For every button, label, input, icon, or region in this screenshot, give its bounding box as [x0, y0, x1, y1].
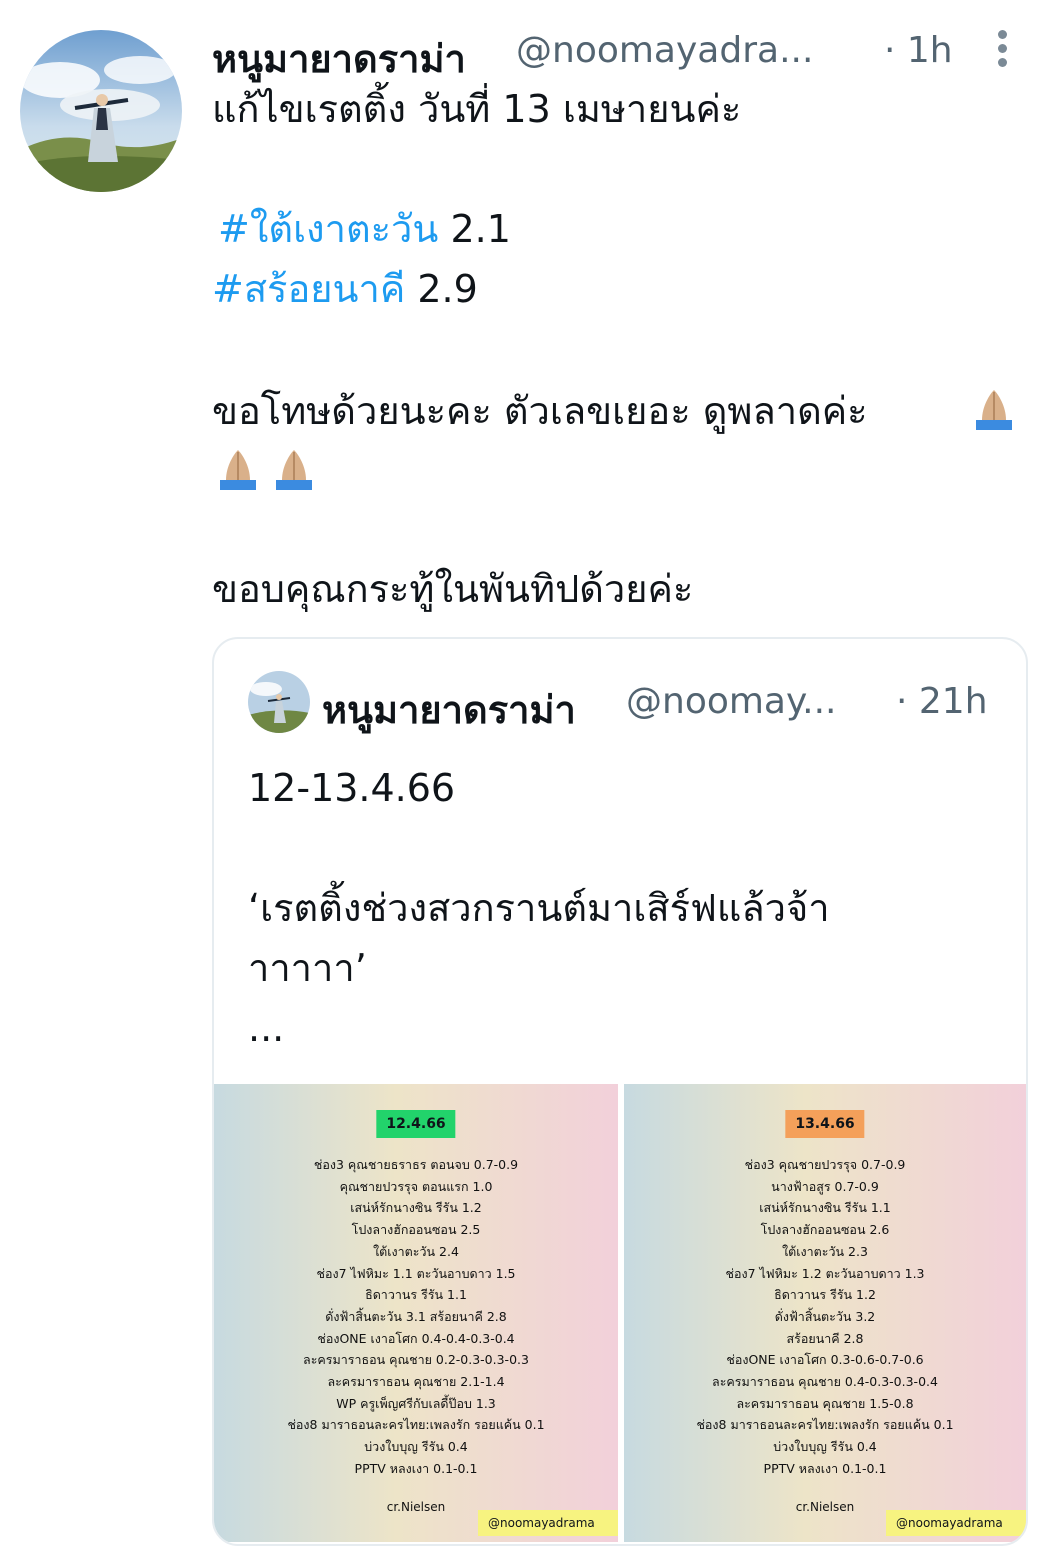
rating-row: ดั่งฟ้าสิ้นตะวัน 3.2	[774, 1308, 876, 1324]
tweet-header: หนูมายาดราม่า @noomayadra... · 1h	[212, 22, 1042, 82]
hashtag-link[interactable]: #ใต้เงาตะวัน	[218, 207, 438, 251]
rating-row: PPTV หลงเงา 0.1-0.1	[354, 1460, 478, 1476]
rating-row: บ่วงใบบุญ รีรัน 0.4	[773, 1439, 877, 1455]
rating-row: ช่อง8 มาราธอนละครไทย:เพลงรัก รอยแค้น 0.1	[287, 1417, 545, 1433]
rating-row: ดั่งฟ้าสิ้นตะวัน 3.1 สร้อยนาคี 2.8	[325, 1308, 507, 1324]
rating-row: บ่วงใบบุญ รีรัน 0.4	[364, 1439, 468, 1455]
author-handle[interactable]: @noomayadra...	[516, 30, 813, 71]
rating-row: ช่อง7 ไฟหิมะ 1.1 ตะวันอาบดาว 1.5	[316, 1265, 516, 1281]
quote-author-handle[interactable]: @noomay...	[626, 681, 837, 722]
rating-row: WP ครูเพ็ญศรีกับเลดี้ป๊อบ 1.3	[336, 1395, 496, 1411]
rating-image-1[interactable]: 12.4.66 ช่อง3 คุณชายธราธร ตอนจบ 0.7-0.9 ค…	[214, 1084, 618, 1542]
tweet-line-thanks: ขอบคุณกระทู้ในพันทิปด้วยค่ะ	[212, 567, 694, 611]
author-avatar[interactable]	[20, 30, 182, 192]
rating-row: ช่อง8 มาราธอนละครไทย:เพลงรัก รอยแค้น 0.1	[696, 1417, 954, 1433]
folded-hands-emoji-icon	[212, 446, 264, 492]
date-badge: 13.4.66	[785, 1110, 865, 1138]
rating-row: ช่องONE เงาอโศก 0.3-0.6-0.7-0.6	[726, 1352, 924, 1368]
folded-hands-emoji-icon	[268, 446, 320, 492]
rating-row: ช่อง7 ไฟหิมะ 1.2 ตะวันอาบดาว 1.3	[725, 1265, 925, 1281]
rating-row: ช่อง3 คุณชายธราธร ตอนจบ 0.7-0.9	[313, 1157, 519, 1172]
tweet-line-hashtag2: #สร้อยนาคี 2.9	[212, 266, 478, 312]
tweet-timestamp[interactable]: · 1h	[884, 30, 953, 71]
tweet-line-apology: ขอโทษด้วยนะคะ ตัวเลขเยอะ ดูพลาดค่ะ	[212, 388, 868, 434]
rating-row: โปงลางฮักออนซอน 2.6	[760, 1222, 890, 1238]
rating-row: นางฟ้าอสูร 0.7-0.9	[771, 1178, 879, 1194]
rating-row: คุณชายปวรรุจ ตอนแรก 1.0	[339, 1178, 493, 1194]
rating-row: ใต้เงาตะวัน 2.3	[782, 1243, 868, 1259]
rating-row: ช่องONE เงาอโศก 0.4-0.4-0.3-0.4	[317, 1330, 515, 1346]
rating-row: ละครมาราธอน คุณชาย 2.1-1.4	[327, 1374, 505, 1390]
rating-row: เสน่ห์รักนางซิน รีรัน 1.2	[350, 1200, 482, 1216]
rating-row: PPTV หลงเงา 0.1-0.1	[763, 1460, 887, 1476]
date-badge: 12.4.66	[376, 1110, 456, 1138]
rating-row: ละครมาราธอน คุณชาย 0.4-0.3-0.3-0.4	[712, 1374, 938, 1390]
watermark: @noomayadrama	[478, 1510, 618, 1536]
hashtag-link[interactable]: #สร้อยนาคี	[212, 267, 405, 311]
quote-ellipsis: ...	[248, 1006, 285, 1050]
rating-row: ธิดาวานร รีรัน 1.2	[774, 1287, 876, 1303]
quote-timestamp[interactable]: · 21h	[896, 681, 988, 722]
rating-row: เสน่ห์รักนางซิน รีรัน 1.1	[759, 1200, 891, 1216]
quote-author-avatar[interactable]	[248, 671, 310, 733]
tweet-line-edit: แก้ไขเรตติ้ง วันที่ 13 เมษายนค่ะ	[212, 87, 742, 131]
quoted-tweet-card[interactable]: หนูมายาดราม่า @noomay... · 21h 12-13.4.6…	[212, 637, 1028, 1546]
rating-row: ละครมาราธอน คุณชาย 0.2-0.3-0.3-0.3	[303, 1352, 529, 1368]
tweet-line-hashtag1: #ใต้เงาตะวัน 2.1	[212, 206, 511, 252]
rating-row: สร้อยนาคี 2.8	[786, 1330, 864, 1346]
rating-list: ช่อง3 คุณชายธราธร ตอนจบ 0.7-0.9 คุณชายปวร…	[214, 1154, 618, 1480]
rating-row: ใต้เงาตะวัน 2.4	[373, 1243, 459, 1259]
watermark: @noomayadrama	[886, 1510, 1026, 1536]
rating-list: ช่อง3 คุณชายปวรรุจ 0.7-0.9 นางฟ้าอสูร 0.7…	[624, 1154, 1026, 1480]
more-vertical-icon[interactable]	[990, 26, 1014, 76]
rating-row: ช่อง3 คุณชายปวรรุจ 0.7-0.9	[744, 1157, 906, 1172]
folded-hands-emoji-icon	[968, 386, 1020, 432]
quote-author-name[interactable]: หนูมายาดราม่า	[322, 679, 576, 740]
rating-image-2[interactable]: 13.4.66 ช่อง3 คุณชายปวรรุจ 0.7-0.9 นางฟ้า…	[624, 1084, 1026, 1542]
quote-text-line2: าาาาา’	[248, 946, 367, 990]
quote-text-line1: ‘เรตติ้งช่วงสวกรานต์มาเสิร์ฟแล้วจ้า	[248, 886, 830, 930]
rating-value: 2.9	[405, 267, 478, 311]
rating-row: ธิดาวานร รีรัน 1.1	[365, 1287, 467, 1303]
rating-row: ละครมาราธอน คุณชาย 1.5-0.8	[736, 1395, 914, 1411]
rating-value: 2.1	[438, 207, 511, 251]
rating-row: โปงลางฮักออนซอน 2.5	[351, 1222, 481, 1238]
author-name[interactable]: หนูมายาดราม่า	[212, 28, 466, 89]
quote-date-line: 12-13.4.66	[248, 766, 456, 810]
apology-text: ขอโทษด้วยนะคะ ตัวเลขเยอะ ดูพลาดค่ะ	[212, 389, 868, 433]
